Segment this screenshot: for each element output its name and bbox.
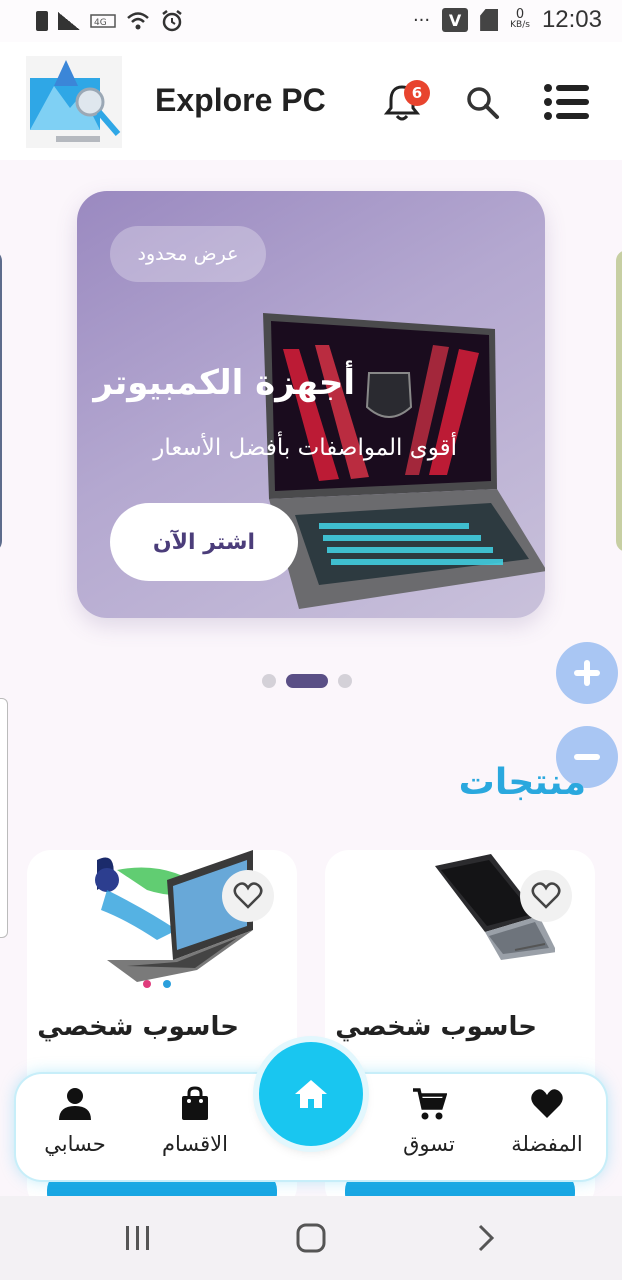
carousel-next-slide[interactable] xyxy=(616,250,622,552)
favorite-button[interactable] xyxy=(222,870,274,922)
heart-icon xyxy=(531,1089,563,1118)
carousel-prev-slide[interactable] xyxy=(0,250,2,552)
clock: 12:03 xyxy=(541,6,602,33)
carousel-indicator xyxy=(262,674,352,688)
cart-icon xyxy=(413,1088,447,1120)
alarm-icon xyxy=(162,10,182,32)
nav-shop-label: تسوق xyxy=(403,1132,455,1156)
data-speed-value: 0 xyxy=(515,7,525,22)
status-bar: 4G ··· V 0 KB/s 12:03 xyxy=(0,0,622,42)
banner-title: أجهزة الكمبيوتر xyxy=(93,363,355,403)
volte-icon: 4G xyxy=(90,14,116,28)
product-image xyxy=(95,850,253,988)
app-title: Explore PC xyxy=(155,82,326,118)
home-system-icon[interactable] xyxy=(291,1220,331,1256)
plus-icon xyxy=(574,660,600,686)
svg-text:4G: 4G xyxy=(94,18,107,28)
search-icon[interactable] xyxy=(464,84,502,122)
laptop-image xyxy=(263,313,545,609)
data-speed: 0 KB/s xyxy=(510,7,530,30)
recent-apps-icon[interactable] xyxy=(118,1220,158,1256)
nav-categories[interactable]: الاقسام xyxy=(140,1086,250,1170)
limited-offer-badge: عرض محدود xyxy=(110,226,266,282)
status-bar-right: ··· V 0 KB/s 12:03 xyxy=(413,6,602,34)
wifi-icon xyxy=(127,12,149,30)
heart-outline-icon xyxy=(233,882,263,909)
list-menu-icon[interactable] xyxy=(544,84,590,120)
product-image xyxy=(435,854,555,960)
data-speed-unit: KB/s xyxy=(510,20,530,30)
carousel-dot[interactable] xyxy=(338,674,352,688)
zoom-in-button[interactable] xyxy=(556,642,618,704)
signal-icon xyxy=(58,12,80,30)
nav-shop[interactable]: تسوق xyxy=(374,1086,484,1170)
bag-icon xyxy=(182,1086,208,1120)
battery-icon xyxy=(36,11,48,31)
home-icon xyxy=(295,1080,327,1108)
system-navigation-bar xyxy=(0,1196,622,1280)
home-button[interactable] xyxy=(259,1042,363,1146)
sim-icon xyxy=(480,9,499,31)
notification-badge: 6 xyxy=(404,80,430,106)
product-name: حاسوب شخصي xyxy=(37,1012,239,1042)
nav-account-label: حسابي xyxy=(44,1132,106,1156)
side-drawer-handle[interactable] xyxy=(0,698,8,938)
carrier-icon: V xyxy=(442,8,469,32)
favorite-button[interactable] xyxy=(520,870,572,922)
back-icon[interactable] xyxy=(466,1220,506,1256)
nav-favorites[interactable]: المفضلة xyxy=(492,1086,602,1170)
status-bar-left: 4G xyxy=(36,9,184,33)
heart-outline-icon xyxy=(531,882,561,909)
products-section-title: منتجات xyxy=(458,762,586,803)
person-icon xyxy=(59,1088,91,1120)
promo-banner[interactable]: عرض محدود أجهزة الكمبيوتر أقوى المواصفات… xyxy=(77,191,545,618)
carousel-dot[interactable] xyxy=(262,674,276,688)
app-logo[interactable] xyxy=(26,56,122,148)
more-dots-icon: ··· xyxy=(412,9,431,31)
carousel-dot-active[interactable] xyxy=(286,674,328,688)
product-name: حاسوب شخصي xyxy=(335,1012,537,1042)
app-header: Explore PC 6 xyxy=(0,42,622,160)
nav-favorites-label: المفضلة xyxy=(511,1132,583,1156)
nav-categories-label: الاقسام xyxy=(162,1132,228,1156)
banner-subtitle: أقوى المواصفات بأفضل الأسعار xyxy=(153,435,457,461)
buy-now-button[interactable]: اشتر الآن xyxy=(110,503,298,581)
nav-account[interactable]: حسابي xyxy=(20,1086,130,1170)
